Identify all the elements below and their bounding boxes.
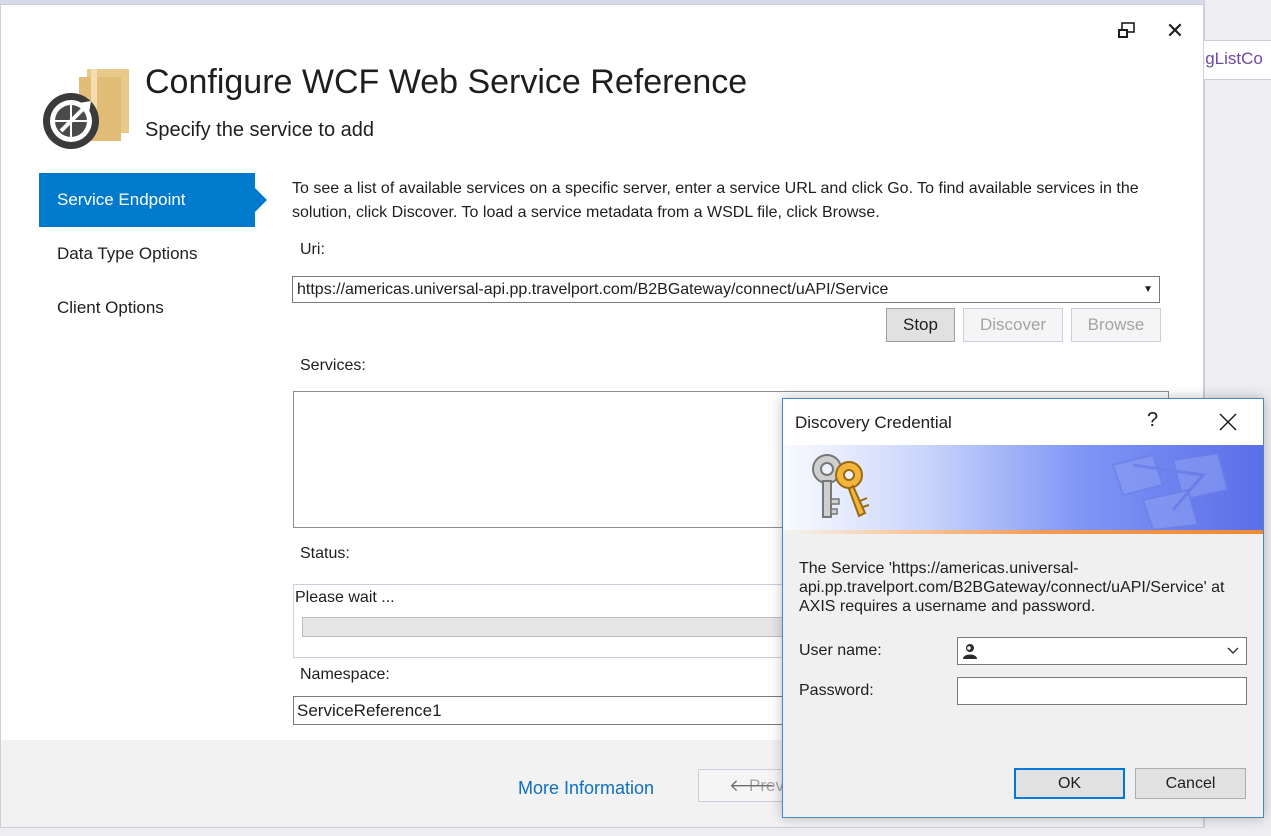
keys-icon — [812, 454, 870, 518]
dropdown-arrow-icon[interactable]: ▼ — [1143, 277, 1153, 302]
endpoint-description: To see a list of available services on a… — [292, 180, 1139, 221]
user-icon — [963, 644, 977, 659]
nav-item-service-endpoint[interactable]: Service Endpoint — [39, 173, 267, 227]
wizard-subtitle: Specify the service to add — [145, 119, 375, 141]
credential-message: The Service 'https://americas.universal-… — [799, 560, 1225, 615]
discovery-credential-dialog: Discovery Credential ? The Service 'http… — [782, 398, 1264, 818]
password-label: Password: — [799, 682, 874, 699]
dialog-banner — [783, 445, 1263, 530]
arrow-left-icon: 🡐 — [729, 776, 775, 795]
password-input[interactable] — [957, 677, 1247, 705]
wcf-service-logo-icon — [39, 65, 139, 155]
ok-button[interactable]: OK — [1014, 768, 1125, 799]
chevron-down-icon[interactable] — [1226, 641, 1240, 661]
dialog-title: Discovery Credential — [795, 413, 952, 432]
browse-button[interactable]: Browse — [1071, 308, 1161, 342]
help-button[interactable]: ? — [1147, 409, 1158, 432]
close-icon — [1219, 413, 1237, 431]
restore-window-button[interactable] — [1113, 19, 1141, 43]
background-editor-tab[interactable]: ingListCo — [1204, 40, 1271, 80]
status-text: Please wait ... — [295, 589, 395, 606]
stop-button[interactable]: Stop — [886, 308, 955, 342]
dialog-close-button[interactable] — [1215, 409, 1241, 435]
background-status-strip — [0, 828, 1271, 836]
namespace-label: Namespace: — [300, 666, 390, 683]
username-combobox[interactable] — [957, 637, 1247, 665]
dialog-titlebar: Discovery Credential ? — [783, 399, 1263, 445]
restore-window-icon — [1118, 22, 1135, 38]
uri-label: Uri: — [300, 241, 325, 258]
services-label: Services: — [300, 357, 366, 374]
wizard-title: Configure WCF Web Service Reference — [145, 63, 748, 101]
background-editor-tab-text: ingListCo — [1204, 49, 1263, 68]
cancel-button[interactable]: Cancel — [1135, 768, 1246, 799]
more-information-link[interactable]: More Information — [518, 778, 654, 799]
banner-accent-line — [783, 530, 1263, 534]
wizard-close-button[interactable]: ✕ — [1161, 19, 1189, 43]
nav-item-client-options[interactable]: Client Options — [39, 281, 255, 335]
uri-combobox[interactable]: https://americas.universal-api.pp.travel… — [292, 276, 1160, 303]
status-label: Status: — [300, 545, 350, 562]
uri-value: https://americas.universal-api.pp.travel… — [297, 281, 889, 298]
discover-button[interactable]: Discover — [963, 308, 1063, 342]
nav-item-data-type-options[interactable]: Data Type Options — [39, 227, 255, 281]
network-watermark-icon — [1111, 451, 1230, 530]
username-label: User name: — [799, 642, 882, 659]
